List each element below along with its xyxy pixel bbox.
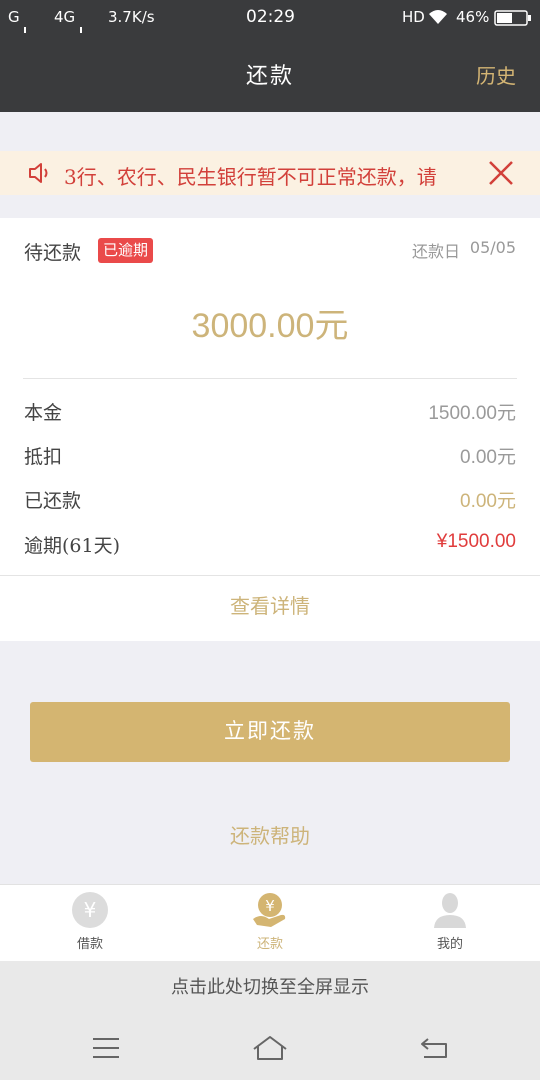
- tab-bar: ¥ 借款 ¥ 还款 我的: [0, 884, 540, 961]
- battery-icon: [494, 10, 532, 30]
- person-icon: [431, 891, 469, 933]
- carrier-label: G: [8, 8, 20, 26]
- overdue-badge: 已逾期: [98, 238, 154, 263]
- menu-icon[interactable]: [92, 1037, 120, 1063]
- due-label: 待还款: [24, 242, 82, 264]
- back-icon[interactable]: [420, 1037, 448, 1063]
- yuan-coin-icon: ¥: [71, 891, 109, 933]
- hd-indicator: HD: [402, 8, 425, 26]
- tab-mine[interactable]: 我的: [360, 885, 540, 961]
- svg-text:¥: ¥: [265, 897, 275, 915]
- clock: 02:29: [246, 7, 295, 27]
- speaker-icon: [28, 162, 54, 188]
- deduction-value: 0.00元: [460, 447, 516, 468]
- repaid-value: 0.00元: [460, 491, 516, 512]
- repayment-help-link[interactable]: 还款帮助: [0, 820, 540, 849]
- due-amount: 3000.00元: [191, 307, 349, 345]
- tab-label: 我的: [436, 937, 463, 952]
- pay-now-button[interactable]: 立即还款: [30, 702, 510, 762]
- overdue-label: 逾期(61天): [24, 535, 121, 557]
- tab-label: 还款: [256, 937, 283, 952]
- wifi-icon: [428, 9, 448, 29]
- principal-value: 1500.00元: [428, 403, 516, 424]
- overdue-value: ¥1500.00: [436, 531, 516, 552]
- due-date: 05/05: [469, 238, 516, 257]
- repaid-label: 已还款: [24, 490, 82, 512]
- home-icon[interactable]: [252, 1035, 288, 1065]
- page-title: 还款: [245, 64, 294, 89]
- tab-borrow[interactable]: ¥ 借款: [0, 885, 180, 961]
- deduction-label: 抵扣: [24, 446, 63, 468]
- view-details-link[interactable]: 查看详情: [0, 590, 540, 619]
- principal-label: 本金: [24, 402, 63, 424]
- battery-percent: 46%: [456, 8, 490, 26]
- network-type-label: 4G: [54, 8, 76, 26]
- status-bar: G 4G 3.7K/s 02:29 HD 46%: [0, 0, 540, 87]
- notice-banner: 3行、农行、民生银行暂不可正常还款，请: [0, 151, 540, 195]
- tab-label: 借款: [76, 937, 103, 952]
- divider: [0, 575, 540, 576]
- yuan-hand-icon: ¥: [251, 891, 289, 933]
- due-date-label: 还款日: [411, 242, 460, 261]
- repayment-card: 待还款 已逾期 还款日 05/05 3000.00元 本金 1500.00元 抵…: [0, 218, 540, 641]
- title-bar: 还款 历史: [0, 36, 540, 112]
- fullscreen-toggle[interactable]: 点击此处切换至全屏显示: [0, 961, 540, 1017]
- tab-repay[interactable]: ¥ 还款: [180, 885, 360, 961]
- svg-text:¥: ¥: [84, 898, 97, 922]
- close-icon[interactable]: [488, 160, 514, 190]
- divider: [23, 378, 517, 379]
- network-speed: 3.7K/s: [108, 8, 155, 26]
- history-button[interactable]: 历史: [476, 60, 516, 89]
- system-nav-bar: [0, 1017, 540, 1080]
- notice-text: 3行、农行、民生银行暂不可正常还款，请: [64, 165, 437, 189]
